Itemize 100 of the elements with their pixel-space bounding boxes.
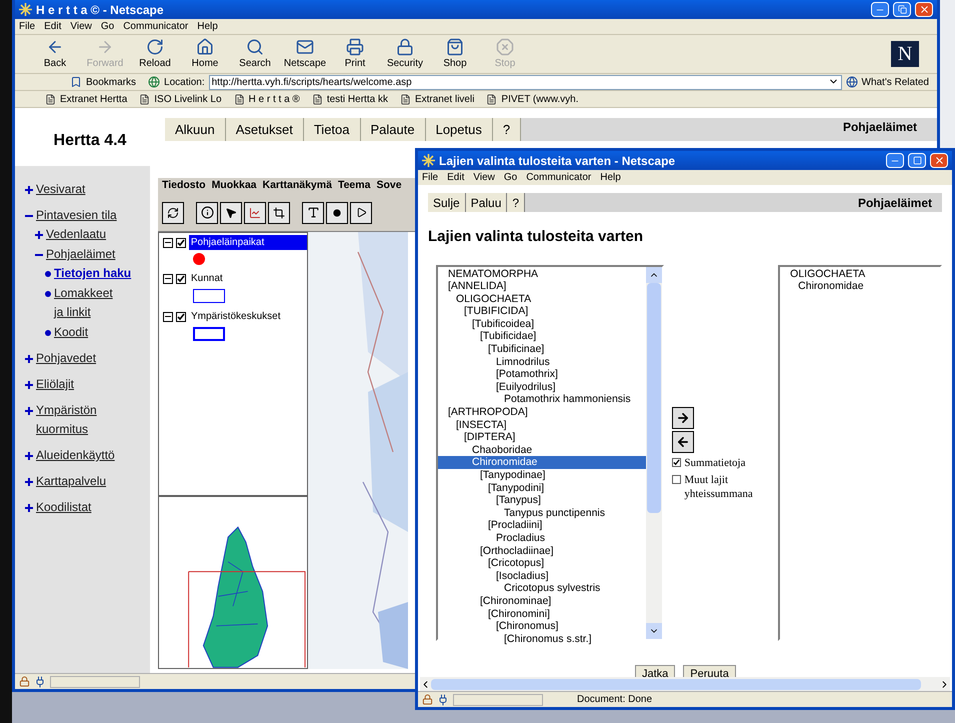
menu-item[interactable]: Go <box>504 170 518 185</box>
toolbar-button[interactable]: Sulje <box>428 193 466 212</box>
sidebar-link[interactable]: Ympäristön kuormitus <box>36 401 131 439</box>
menu-item[interactable]: Communicator <box>123 19 188 34</box>
layer-name[interactable]: Kunnat <box>189 271 225 286</box>
list-item[interactable]: [Potamothrix] <box>438 368 646 381</box>
list-item[interactable]: [TUBIFICIDA] <box>438 305 646 318</box>
checkbox[interactable] <box>672 474 682 484</box>
collapse-icon[interactable] <box>25 212 33 220</box>
sidebar-link[interactable]: Vesivarat <box>36 180 131 199</box>
list-item[interactable]: Cricotopus sylvestris <box>438 582 646 595</box>
minimize-button[interactable] <box>886 153 904 168</box>
toolbar-button[interactable]: Print <box>333 38 377 70</box>
list-item[interactable]: Chaoboridae <box>438 444 646 456</box>
checkbox[interactable] <box>176 238 186 248</box>
expand-icon[interactable] <box>25 355 33 363</box>
toolbar-button[interactable]: ? <box>507 193 526 212</box>
list-item[interactable]: Tanypus punctipennis <box>438 506 646 520</box>
add-button[interactable] <box>672 406 694 428</box>
nav-tab[interactable]: Palaute <box>360 118 426 141</box>
list-item[interactable]: [Chironomus] <box>438 620 646 633</box>
horizontal-scrollbar[interactable] <box>420 677 950 691</box>
list-item[interactable]: [Tubificinae] <box>438 343 646 356</box>
toolbar-button[interactable]: Netscape <box>283 38 327 70</box>
bookmark-link[interactable]: Extranet Hertta <box>60 92 128 106</box>
expand-icon[interactable] <box>25 478 33 486</box>
expand-icon[interactable] <box>25 186 33 194</box>
menu-item[interactable]: Go <box>100 19 114 34</box>
maximize-button[interactable] <box>908 153 926 168</box>
checkbox[interactable] <box>176 274 186 284</box>
layer-name[interactable]: Pohjaeläinpaikat <box>188 235 307 250</box>
list-item[interactable]: [INSECTA] <box>438 418 646 432</box>
menu-item[interactable]: Sove <box>376 178 402 194</box>
menu-item[interactable]: Edit <box>447 170 464 185</box>
list-item[interactable]: [DIPTERA] <box>438 431 646 444</box>
action-button[interactable]: Peruuta <box>683 664 736 677</box>
toolbar-button[interactable]: Back <box>33 38 77 70</box>
toolbar-button[interactable]: Security <box>383 38 427 70</box>
sidebar-link[interactable]: Karttapalvelu <box>36 472 131 491</box>
toolbar-button[interactable]: Search <box>233 38 277 70</box>
expand-icon[interactable] <box>25 504 33 512</box>
menu-item[interactable]: View <box>70 19 92 34</box>
refresh-button[interactable] <box>162 202 184 224</box>
list-item[interactable]: Procladius <box>438 532 646 545</box>
menu-item[interactable]: Help <box>600 170 621 185</box>
sidebar-link[interactable]: Pintavesien tila <box>36 206 131 225</box>
menu-item[interactable]: Help <box>197 19 218 34</box>
list-item[interactable]: Limnodrilus <box>438 356 646 368</box>
bookmark-link[interactable]: H e r t t a ® <box>248 92 300 106</box>
menu-item[interactable]: File <box>19 19 36 34</box>
location-field[interactable]: http://hertta.vyh.fi/scripts/hearts/welcome.asp <box>208 74 842 90</box>
collapse-icon[interactable] <box>163 238 173 248</box>
list-item[interactable]: [Chironomini] <box>438 608 646 620</box>
close-button[interactable] <box>915 2 933 17</box>
expand-icon[interactable] <box>25 381 33 389</box>
list-box[interactable]: OLIGOCHAETA Chironomidae <box>778 264 942 640</box>
menu-item[interactable]: File <box>422 170 438 185</box>
list-item[interactable]: [Chironominae] <box>438 594 646 608</box>
sidebar-link[interactable]: Koodit <box>54 323 124 342</box>
menu-item[interactable]: Teema <box>338 178 370 194</box>
checkbox[interactable] <box>672 458 682 466</box>
layer-name[interactable]: Ympäristökeskukset <box>189 309 282 324</box>
list-item[interactable]: [Tanypus] <box>438 494 646 507</box>
nav-tab[interactable]: ? <box>492 118 522 141</box>
chart-button[interactable] <box>244 202 266 224</box>
sidebar-link[interactable]: Vedenlaatu <box>46 225 141 244</box>
menu-item[interactable]: Edit <box>44 19 62 34</box>
remove-button[interactable] <box>672 430 694 452</box>
nav-tab[interactable]: Lopetus <box>426 118 493 141</box>
sidebar-link[interactable]: Alueidenkäyttö <box>36 446 131 465</box>
list-item[interactable]: [Cricotopus] <box>438 557 646 570</box>
menu-item[interactable]: Communicator <box>526 170 592 185</box>
nav-tab[interactable]: Alkuun <box>165 118 226 141</box>
bookmarks-button[interactable]: Bookmarks <box>86 74 136 90</box>
action-button[interactable]: Jatka <box>635 664 676 677</box>
info-button[interactable] <box>196 202 218 224</box>
expand-icon[interactable] <box>25 452 33 460</box>
collapse-icon[interactable] <box>163 274 173 284</box>
sidebar-link[interactable]: Tietojen haku <box>54 264 149 283</box>
toolbar-button[interactable]: Home <box>183 38 227 70</box>
collapse-icon[interactable] <box>163 312 173 322</box>
list-item[interactable]: [Tubificidae] <box>438 330 646 344</box>
list-item[interactable]: [Tanypodinae] <box>438 469 646 482</box>
nav-tab[interactable]: Asetukset <box>226 118 304 141</box>
bookmark-link[interactable]: ISO Livelink Lo <box>154 92 222 106</box>
scrollbar[interactable] <box>646 266 662 638</box>
list-item[interactable]: Chironomidae <box>780 280 940 293</box>
list-item[interactable]: Potamothrix hammoniensis <box>438 393 646 406</box>
toolbar-button[interactable]: Paluu <box>466 193 508 212</box>
sidebar-link[interactable]: Pohjavedet <box>36 349 131 368</box>
nav-tab[interactable]: Tietoa <box>304 118 360 141</box>
collapse-icon[interactable] <box>35 251 43 259</box>
list-item[interactable]: [Tanypodini] <box>438 482 646 494</box>
maximize-button[interactable] <box>893 2 911 17</box>
sidebar-link[interactable]: Eliölajit <box>36 375 131 394</box>
bookmark-link[interactable]: testi Hertta kk <box>326 92 388 106</box>
pointer-button[interactable] <box>220 202 242 224</box>
list-item[interactable]: [Isocladius] <box>438 570 646 582</box>
list-item[interactable]: [Chironomus s.str.] <box>438 632 646 646</box>
toolbar-button[interactable]: Shop <box>433 38 477 70</box>
